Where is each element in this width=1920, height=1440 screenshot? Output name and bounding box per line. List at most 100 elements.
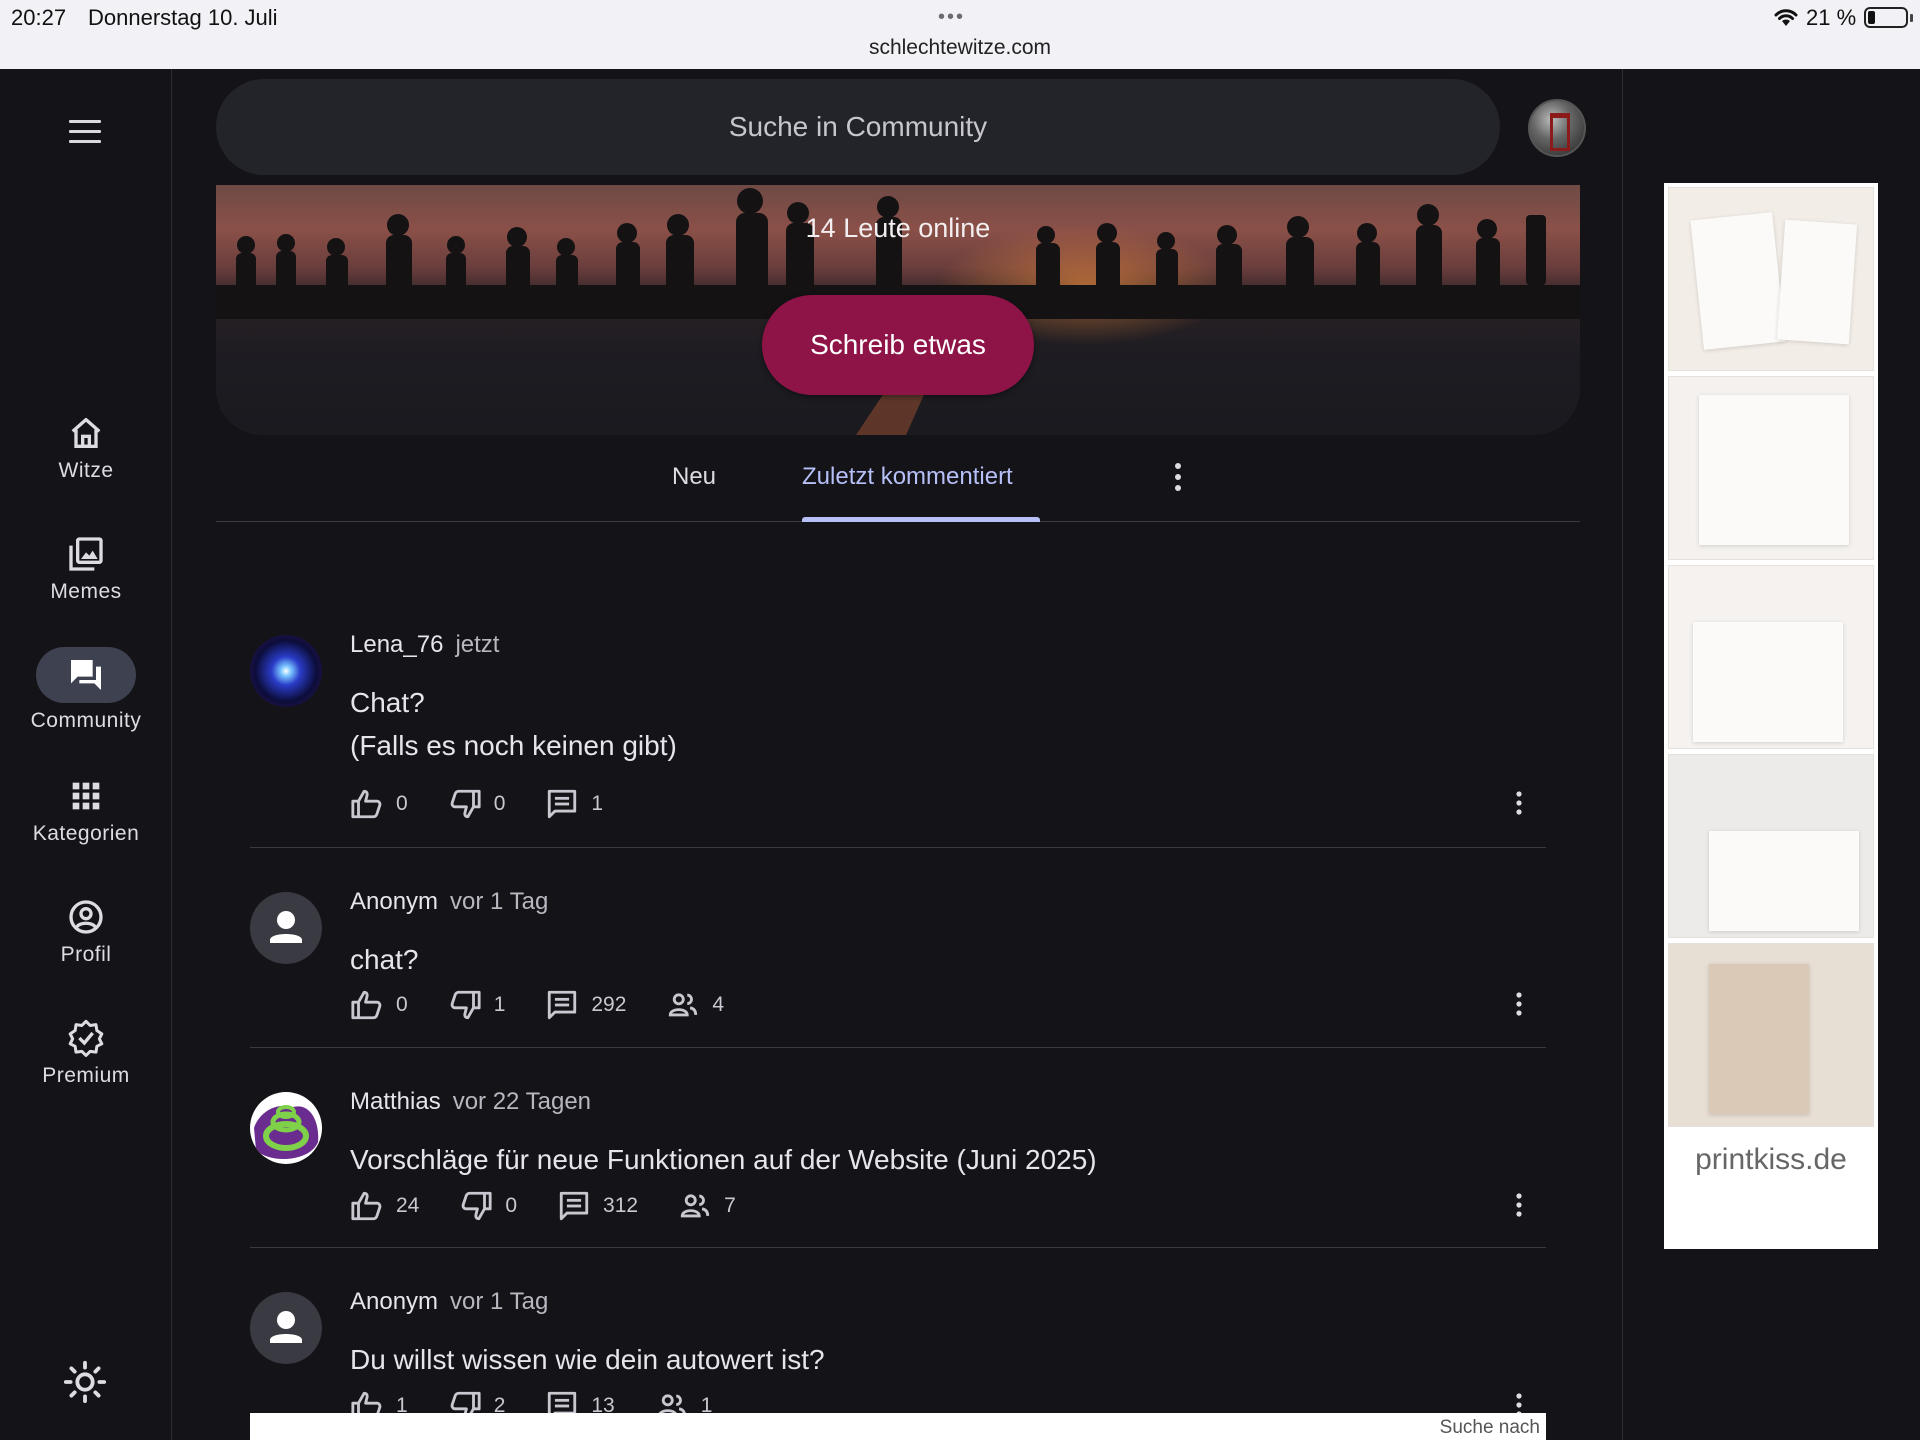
more-vert-icon[interactable] [1166,459,1190,495]
username[interactable]: Lena_76 [350,631,443,658]
post-text[interactable]: Chat? (Falls es noch keinen gibt) [350,681,677,767]
nav-item-premium[interactable]: Premium [0,1018,172,1118]
ad-thumbnail[interactable] [1668,376,1874,560]
avatar[interactable] [250,635,322,707]
dislike-count: 0 [505,1194,518,1217]
username[interactable]: Anonym [350,888,438,915]
like-button[interactable]: 24 [350,1189,419,1223]
dislike-count: 0 [493,792,506,815]
image-gallery-icon [69,537,103,571]
post-text[interactable]: Du willst wissen wie dein autowert ist? [350,1338,825,1381]
main-content: Suche in Community 14 Leute online Schre… [172,69,1622,1440]
community-banner: 14 Leute online Schreib etwas [216,185,1580,435]
ad-thumbnail[interactable] [1668,943,1874,1127]
battery-icon [1864,7,1913,28]
post-text[interactable]: Vorschläge für neue Funktionen auf der W… [350,1138,1097,1181]
nav-item-profil[interactable]: Profil [0,897,172,997]
ad-thumbnail[interactable] [1668,565,1874,749]
like-count: 0 [396,993,408,1016]
date: Donnerstag 10. Juli [88,5,278,30]
url-bar[interactable]: schlechtewitze.com [0,36,1920,60]
list-item[interactable]: Matthias vor 22 Tagen Vorschläge für neue… [250,1048,1546,1248]
account-circle-icon [69,900,103,934]
avatar[interactable] [250,892,322,964]
ad-thumbnail[interactable] [1668,754,1874,938]
people-icon [669,993,698,1017]
nav-item-witze[interactable]: Witze [0,413,172,513]
avatar[interactable] [250,1292,322,1364]
more-vert-icon[interactable] [1512,786,1526,820]
dislike-button[interactable]: 1 [448,988,505,1022]
post-actions: 0 0 1 [350,784,643,824]
comment-count: 1 [591,792,604,815]
comments-button[interactable]: 312 [557,1189,638,1223]
username[interactable]: Matthias [350,1088,441,1115]
more-vert-icon[interactable] [1512,987,1526,1021]
thumb-down-icon [450,990,481,1020]
comments-button[interactable]: 1 [545,787,603,821]
comments-button[interactable]: 292 [545,988,626,1022]
thumb-up-icon [351,789,382,819]
write-post-button[interactable]: Schreib etwas [762,295,1034,395]
like-button[interactable]: 0 [350,988,408,1022]
comment-count: 292 [591,993,627,1016]
tab-neu[interactable]: Neu [672,463,716,491]
people-icon [680,1194,710,1218]
comment-icon [548,990,577,1020]
participants: 4 [666,988,724,1022]
username[interactable]: Anonym [350,1288,438,1315]
list-item[interactable]: Lena_76 jetzt Chat? (Falls es noch keinen… [250,591,1546,848]
advertisement[interactable]: ▷ ⋮ printkiss.de [1664,183,1878,1249]
more-vert-icon[interactable] [1512,1188,1526,1222]
active-tab-indicator [802,517,1040,522]
nav-item-community[interactable]: Community [0,647,172,747]
status-bar: 20:27 Donnerstag 10. Juli ••• schlechtew… [0,0,1920,69]
ad-brand[interactable]: printkiss.de [1664,1143,1878,1177]
search-ad-text: Suche nach [1439,1417,1540,1438]
post-time: vor 22 Tagen [452,1088,592,1115]
post-time: vor 1 Tag [450,1288,549,1315]
user-avatar[interactable] [1528,99,1586,157]
ad-sidebar: ▷ ⋮ printkiss.de [1622,69,1920,1440]
post-time: vor 1 Tag [450,888,549,915]
dislike-button[interactable]: 0 [459,1189,517,1223]
clock: 20:27 [11,5,67,30]
theme-toggle-sun-icon[interactable] [62,1359,108,1405]
thumb-down-icon [462,1191,492,1221]
nav-item-memes[interactable]: Memes [0,534,172,634]
dislike-button[interactable]: 0 [448,787,506,821]
comment-icon [559,1191,589,1221]
multitasking-dots-icon[interactable]: ••• [938,6,965,29]
participants: 7 [678,1189,736,1223]
wifi-icon [1774,9,1798,26]
tab-zuletzt-kommentiert[interactable]: Zuletzt kommentiert [802,463,1013,491]
list-item[interactable]: Anonym vor 1 Tag chat? 0 1 292 4 [250,848,1546,1048]
search-input[interactable]: Suche in Community [216,79,1500,175]
comment-icon [548,789,577,819]
nav-label: Witze [58,459,114,482]
post-meta: Anonym vor 1 Tag [350,888,548,916]
battery-percent: 21 % [1806,5,1857,30]
like-button[interactable]: 0 [350,787,408,821]
search-ad-card[interactable]: Suche nach [250,1413,1546,1440]
post-text[interactable]: chat? [350,938,419,981]
comment-count: 312 [603,1194,639,1217]
hamburger-menu-icon[interactable] [65,114,105,150]
thumb-up-icon [351,990,382,1020]
nav-label: Profil [60,943,112,966]
participant-count: 7 [724,1194,736,1217]
avatar[interactable] [250,1092,322,1164]
grid-icon [72,782,100,810]
ad-thumbnail[interactable] [1668,187,1874,371]
list-item[interactable]: Anonym vor 1 Tag Du willst wissen wie dei… [250,1248,1546,1440]
like-count: 0 [396,792,408,815]
home-icon [71,418,101,448]
thumb-down-icon [450,789,481,819]
nav-item-kategorien[interactable]: Kategorien [0,776,172,876]
like-count: 24 [396,1194,420,1217]
navigation-rail: Witze Memes Community Kategorien Profil … [0,69,172,1440]
post-time: jetzt [455,631,500,658]
post-actions: 24 0 312 7 [350,1186,776,1226]
person-icon [270,1311,302,1343]
person-icon [270,911,302,943]
